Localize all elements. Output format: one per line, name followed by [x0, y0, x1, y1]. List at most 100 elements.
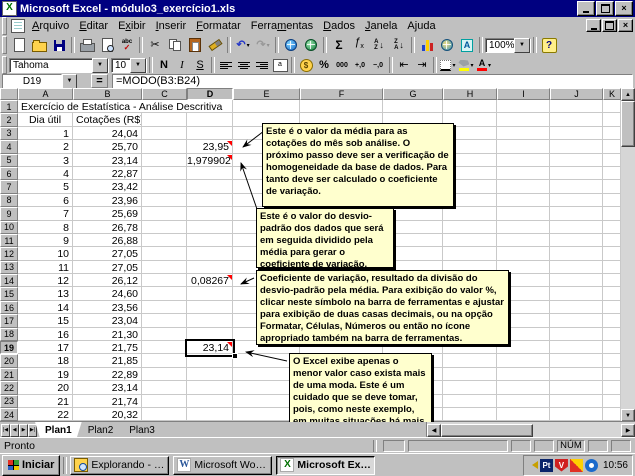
cell-B19[interactable]: 21,75 — [73, 341, 142, 354]
cell-A13[interactable]: 11 — [18, 261, 73, 274]
cell-I10[interactable] — [497, 221, 550, 234]
column-header-K[interactable]: K — [603, 88, 621, 100]
cell-I9[interactable] — [497, 207, 550, 220]
cell-K17[interactable] — [603, 314, 621, 327]
row-header-14[interactable]: 14 — [0, 274, 18, 287]
cell-K13[interactable] — [603, 261, 621, 274]
cell-D9[interactable] — [187, 207, 233, 220]
cell-A18[interactable]: 16 — [18, 328, 73, 341]
cell-A1[interactable]: Exercício de Estatística - Análise Descr… — [18, 100, 233, 113]
menu-item-janela[interactable]: Janela — [360, 19, 402, 33]
cell-A19[interactable]: 17 — [18, 341, 73, 354]
vertical-scrollbar[interactable]: ▲ ▼ — [621, 88, 635, 422]
cell-B5[interactable]: 23,14 — [73, 154, 142, 167]
workbook-icon[interactable] — [11, 19, 25, 33]
cell-J3[interactable] — [550, 127, 603, 140]
font-size-dropdown-icon[interactable]: ▼ — [130, 58, 146, 73]
cell-F1[interactable] — [300, 100, 383, 113]
tool-paste-function[interactable]: ƒx — [349, 35, 369, 55]
tool-copy[interactable] — [165, 35, 185, 55]
cell-K4[interactable] — [603, 140, 621, 153]
cell-J18[interactable] — [550, 328, 603, 341]
row-header-8[interactable]: 8 — [0, 194, 18, 207]
language-indicator[interactable]: Pt — [540, 459, 553, 472]
cell-J14[interactable] — [550, 274, 603, 287]
cell-E1[interactable] — [233, 100, 300, 113]
cell-J24[interactable] — [550, 408, 603, 421]
cell-B13[interactable]: 27,05 — [73, 261, 142, 274]
cell-C3[interactable] — [142, 127, 187, 140]
tool-underline[interactable]: S — [191, 57, 209, 73]
cell-K20[interactable] — [603, 354, 621, 367]
cell-A5[interactable]: 3 — [18, 154, 73, 167]
cell-J19[interactable] — [550, 341, 603, 354]
name-box[interactable]: D19 — [2, 74, 62, 89]
cell-B9[interactable]: 25,69 — [73, 207, 142, 220]
cell-C20[interactable] — [142, 354, 187, 367]
tool-align-right[interactable] — [253, 57, 271, 73]
cell-C16[interactable] — [142, 301, 187, 314]
cell-G1[interactable] — [383, 100, 443, 113]
cell-I21[interactable] — [497, 368, 550, 381]
cell-K21[interactable] — [603, 368, 621, 381]
tool-autosum[interactable]: Σ — [329, 35, 349, 55]
font-size-combobox[interactable]: 10 ▼ — [111, 58, 147, 73]
cell-A20[interactable]: 18 — [18, 354, 73, 367]
cell-C11[interactable] — [142, 234, 187, 247]
maximize-button[interactable] — [596, 1, 614, 16]
cell-I24[interactable] — [497, 408, 550, 421]
tool-decrease-indent[interactable]: ⇤ — [395, 57, 413, 73]
taskbar-button-explorer[interactable]: Explorando - EST_UNIDA... — [70, 456, 169, 475]
cell-H21[interactable] — [443, 368, 497, 381]
row-header-20[interactable]: 20 — [0, 354, 18, 367]
select-all-corner[interactable] — [0, 88, 18, 100]
cell-D15[interactable] — [187, 287, 233, 300]
tool-thousands[interactable]: 000 — [333, 57, 351, 73]
column-header-A[interactable]: A — [18, 88, 73, 100]
cell-K2[interactable] — [603, 113, 621, 126]
column-header-H[interactable]: H — [443, 88, 497, 100]
tool-borders[interactable]: ▾ — [439, 57, 457, 73]
cell-D8[interactable] — [187, 194, 233, 207]
tool-web-toolbar[interactable] — [301, 35, 321, 55]
cell-A2[interactable]: Dia útil — [18, 113, 73, 126]
cell-I8[interactable] — [497, 194, 550, 207]
tool-format-painter[interactable] — [205, 35, 225, 55]
cell-K16[interactable] — [603, 301, 621, 314]
fill-handle[interactable] — [232, 353, 238, 359]
menu-item-inserir[interactable]: Inserir — [151, 19, 192, 33]
cell-C12[interactable] — [142, 247, 187, 260]
cell-C23[interactable] — [142, 395, 187, 408]
cell-I1[interactable] — [497, 100, 550, 113]
row-header-13[interactable]: 13 — [0, 261, 18, 274]
cell-C14[interactable] — [142, 274, 187, 287]
cell-D21[interactable] — [187, 368, 233, 381]
cell-I20[interactable] — [497, 354, 550, 367]
cell-A3[interactable]: 1 — [18, 127, 73, 140]
cell-C13[interactable] — [142, 261, 187, 274]
cell-K12[interactable] — [603, 247, 621, 260]
cell-B2[interactable]: Cotações (R$) — [73, 113, 142, 126]
excel-app-icon[interactable] — [2, 1, 17, 16]
cell-D17[interactable] — [187, 314, 233, 327]
cell-B12[interactable]: 27,05 — [73, 247, 142, 260]
cell-J8[interactable] — [550, 194, 603, 207]
cell-B8[interactable]: 23,96 — [73, 194, 142, 207]
row-header-16[interactable]: 16 — [0, 301, 18, 314]
row-header-12[interactable]: 12 — [0, 247, 18, 260]
cell-B23[interactable]: 21,74 — [73, 395, 142, 408]
cell-H10[interactable] — [443, 221, 497, 234]
tool-percent[interactable]: % — [315, 57, 333, 73]
cell-B17[interactable]: 23,04 — [73, 314, 142, 327]
cell-J23[interactable] — [550, 395, 603, 408]
cell-B14[interactable]: 26,12 — [73, 274, 142, 287]
cell-I3[interactable] — [497, 127, 550, 140]
cell-J5[interactable] — [550, 154, 603, 167]
edit-formula-button[interactable]: = — [91, 74, 108, 88]
menu-item-formatar[interactable]: Formatar — [191, 19, 246, 33]
cell-D6[interactable] — [187, 167, 233, 180]
row-header-2[interactable]: 2 — [0, 113, 18, 126]
cell-B15[interactable]: 24,60 — [73, 287, 142, 300]
zoom-combobox[interactable]: 100% ▼ — [485, 38, 531, 53]
tool-merge-center[interactable]: a — [271, 57, 289, 73]
